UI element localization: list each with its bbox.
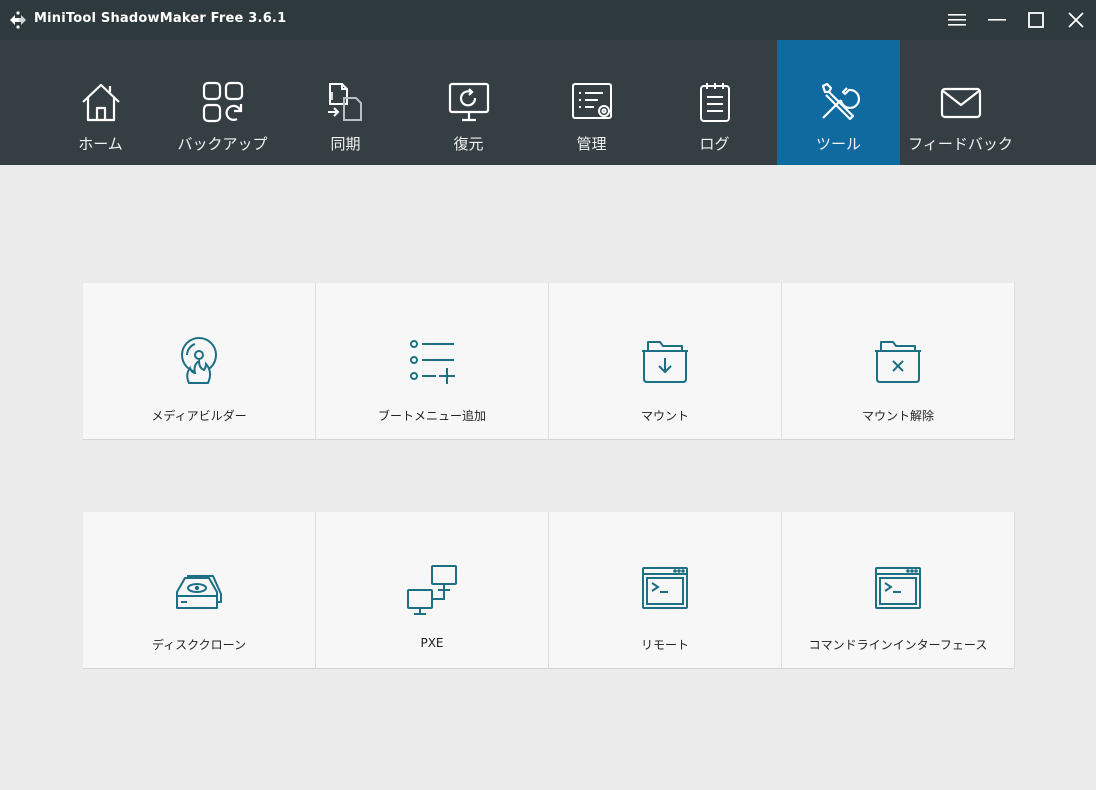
home-icon — [81, 83, 120, 122]
tool-pxe[interactable]: PXE — [316, 512, 549, 669]
tool-media-builder[interactable]: メディアビルダー — [83, 283, 316, 440]
tool-media-builder-label: メディアビルダー — [151, 409, 247, 423]
nav-home[interactable]: ホーム — [39, 40, 162, 165]
nav-backup-label: バックアップ — [177, 135, 268, 153]
unmount-icon — [875, 341, 921, 383]
nav-log-label: ログ — [699, 135, 730, 153]
title-bar: MiniTool ShadowMaker Free 3.6.1 — [0, 0, 1096, 40]
nav-restore[interactable]: 復元 — [407, 40, 530, 165]
nav-restore-label: 復元 — [453, 135, 484, 153]
tools-panel: メディアビルダー ブートメニュー追加 マウント マウント解除 ディスククローン … — [0, 165, 1096, 790]
tool-command-line-label: コマンドラインインターフェース — [808, 638, 988, 652]
tool-unmount-label: マウント解除 — [861, 409, 934, 423]
mount-icon — [642, 341, 688, 383]
app-logo-icon — [10, 11, 26, 29]
feedback-icon — [940, 87, 981, 119]
boot-menu-add-icon — [410, 340, 455, 384]
tool-disk-clone-label: ディスククローン — [151, 638, 247, 652]
tool-remote[interactable]: リモート — [549, 512, 782, 669]
nav-feedback-label: フィードバック — [908, 135, 1013, 153]
nav-backup[interactable]: バックアップ — [161, 40, 284, 165]
remote-icon — [642, 567, 688, 609]
tool-remote-label: リモート — [640, 638, 689, 652]
sync-icon — [327, 83, 362, 121]
media-builder-icon — [181, 337, 217, 384]
restore-icon — [448, 82, 489, 122]
close-icon — [1068, 12, 1084, 28]
disk-clone-icon — [176, 575, 222, 609]
main-nav: ホーム バックアップ 同期 復元 管理 ログ ツール フィードバック — [0, 40, 1096, 165]
manage-icon — [571, 83, 612, 119]
tool-command-line[interactable]: コマンドラインインターフェース — [782, 512, 1015, 669]
window-title: MiniTool ShadowMaker Free 3.6.1 — [34, 11, 287, 26]
maximize-button[interactable] — [1016, 0, 1056, 40]
nav-feedback[interactable]: フィードバック — [899, 40, 1022, 165]
nav-manage[interactable]: 管理 — [530, 40, 653, 165]
maximize-icon — [1028, 12, 1044, 28]
menu-button[interactable] — [937, 0, 977, 40]
log-icon — [699, 83, 730, 122]
close-button[interactable] — [1056, 0, 1096, 40]
nav-home-label: ホーム — [78, 135, 123, 153]
tool-pxe-label: PXE — [420, 636, 444, 650]
tool-boot-menu-add-label: ブートメニュー追加 — [377, 409, 486, 423]
minimize-button[interactable] — [977, 0, 1017, 40]
tool-mount-label: マウント — [640, 409, 689, 423]
nav-log[interactable]: ログ — [653, 40, 776, 165]
menu-icon — [948, 14, 966, 26]
pxe-icon — [407, 565, 457, 615]
minimize-icon — [988, 19, 1006, 21]
tools-icon — [821, 82, 860, 121]
backup-icon — [202, 81, 243, 123]
tool-boot-menu-add[interactable]: ブートメニュー追加 — [316, 283, 549, 440]
tool-disk-clone[interactable]: ディスククローン — [83, 512, 316, 669]
tool-mount[interactable]: マウント — [549, 283, 782, 440]
nav-manage-label: 管理 — [576, 135, 607, 153]
nav-sync[interactable]: 同期 — [284, 40, 407, 165]
nav-sync-label: 同期 — [330, 135, 361, 153]
tool-unmount[interactable]: マウント解除 — [782, 283, 1015, 440]
nav-tools-label: ツール — [815, 135, 861, 153]
command-line-icon — [875, 567, 921, 609]
nav-tools[interactable]: ツール — [777, 40, 900, 165]
